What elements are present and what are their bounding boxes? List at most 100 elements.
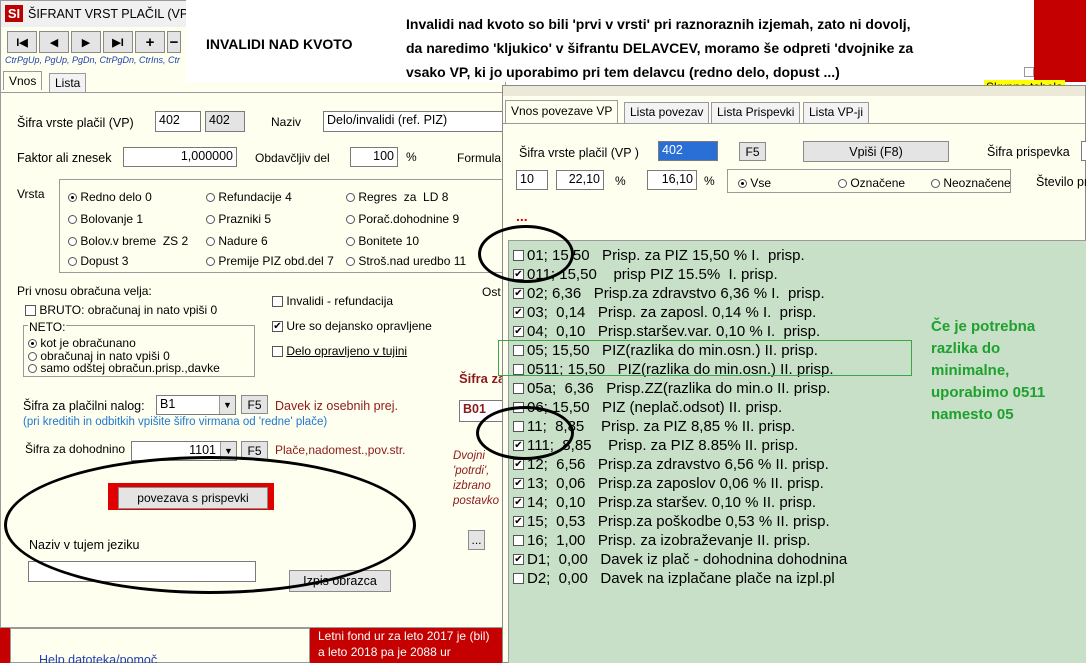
dialog-sifra-vp-input[interactable]: 402: [658, 141, 718, 161]
radio-icon: [206, 257, 215, 267]
vpisi-button[interactable]: Vpiši (F8): [803, 141, 949, 162]
list-item-text: D2; 0,00 Davek na izplačane plače na izp…: [527, 570, 835, 587]
last-record-button[interactable]: ▶I: [103, 31, 133, 53]
checkbox-icon[interactable]: ✔: [513, 459, 524, 470]
field-c-input[interactable]: 16,10: [647, 170, 697, 190]
vrsta-option-stros-nad-uredbo[interactable]: Stroš.nad uredbo 11: [346, 254, 466, 268]
obdavcljiv-input[interactable]: 100: [350, 147, 398, 167]
checkbox-icon[interactable]: ✔: [513, 307, 524, 318]
vrsta-option-bolov-zs[interactable]: Bolov.v breme ZS 2: [68, 234, 188, 248]
checkbox-icon[interactable]: [513, 573, 524, 584]
list-item[interactable]: ✔ 04; 0,10 Prisp.staršev.var. 0,10 % I. p…: [513, 322, 820, 341]
vrsta-option-refundacije[interactable]: Refundacije 4: [206, 190, 292, 204]
tab-vnos[interactable]: Vnos: [3, 71, 43, 90]
place-label: Plače,nadomest.,pov.str.: [275, 443, 406, 457]
faktor-input[interactable]: 1,000000: [123, 147, 237, 167]
add-record-button[interactable]: +: [135, 31, 165, 53]
field-b-input[interactable]: 22,10: [556, 170, 604, 190]
annotation-ellipse-povezava: [4, 456, 416, 594]
list-item[interactable]: ✔ 15; 0,53 Prisp.za poškodbe 0,53 % II. p…: [513, 512, 830, 531]
chevron-down-icon: ▼: [219, 396, 235, 414]
checkbox-icon: ✔: [272, 321, 283, 333]
tab-lista-prispevki[interactable]: Lista Prispevki: [711, 102, 801, 123]
radio-icon: [346, 237, 355, 247]
list-item-text: 03; 0,14 Prisp. za zaposl. 0,14 % I. pri…: [527, 304, 817, 321]
radio-icon: [931, 179, 940, 189]
filter-group: Vse Označene Neoznačene: [727, 169, 1011, 193]
obdavcljiv-label: Obdavčljiv del: [255, 151, 330, 165]
list-item[interactable]: ✔ D1; 0,00 Davek iz plač - dohodnina doho…: [513, 550, 847, 569]
list-item-text: 16; 1,00 Prisp. za izobraževanje II. pri…: [527, 532, 811, 549]
vrsta-option-redno-delo[interactable]: Redno delo 0: [68, 190, 152, 204]
neto-option-kot-obracunano[interactable]: kot je obračunano: [28, 336, 136, 350]
bruto-checkbox[interactable]: BRUTO: obračunaj in nato vpiši 0: [25, 303, 217, 317]
checkbox-icon[interactable]: [513, 383, 524, 394]
previous-record-button[interactable]: ◀: [39, 31, 69, 53]
ure-dejansko-checkbox[interactable]: ✔ Ure so dejansko opravljene: [272, 319, 432, 333]
nav-toolbar: I◀ ◀ ▶ ▶I + −: [7, 31, 181, 53]
checkbox-icon: [272, 346, 283, 358]
nav-shortcut-hints: CtrPgUp, PgUp, PgDn, CtrPgDn, CtrIns, Ct…: [5, 55, 181, 65]
field-a-input[interactable]: 10: [516, 170, 548, 190]
vrsta-option-bolovanje[interactable]: Bolovanje 1: [68, 212, 143, 226]
top-right-strip: [1034, 0, 1086, 82]
formula-label: Formula: [457, 151, 502, 165]
checkbox-icon[interactable]: ✔: [513, 554, 524, 565]
dialog-f5-button[interactable]: F5: [739, 142, 766, 161]
placilni-nalog-select[interactable]: B1 ▼: [156, 395, 236, 415]
vrsta-option-poracun-dohodnine[interactable]: Porač.dohodnine 9: [346, 212, 459, 226]
filter-oznacene[interactable]: Označene: [838, 176, 905, 190]
tab-lista-povezav[interactable]: Lista povezav: [624, 102, 710, 123]
list-item[interactable]: ✔ 14; 0,10 Prisp.za staršev. 0,10 % II. p…: [513, 493, 816, 512]
list-item[interactable]: ✔ 02; 6,36 Prisp.za zdravstvo 6,36 % I. p…: [513, 284, 825, 303]
vrsta-option-bonitete[interactable]: Bonitete 10: [346, 234, 419, 248]
vrsta-option-dopust[interactable]: Dopust 3: [68, 254, 128, 268]
vrsta-option-prazniki[interactable]: Prazniki 5: [206, 212, 271, 226]
vrsta-option-regres[interactable]: Regres za LD 8: [346, 190, 448, 204]
invalidi-refundacija-checkbox[interactable]: Invalidi - refundacija: [272, 294, 393, 308]
list-item[interactable]: ✔ 03; 0,14 Prisp. za zaposl. 0,14 % I. pr…: [513, 303, 816, 322]
pri-vnosu-label: Pri vnosu obračuna velja:: [17, 284, 152, 298]
tab-lista-vp-ji[interactable]: Lista VP-ji: [803, 102, 870, 123]
checkbox-icon[interactable]: ✔: [513, 516, 524, 527]
sifra-vp-input[interactable]: 402: [155, 111, 201, 132]
checkbox-icon[interactable]: ✔: [513, 478, 524, 489]
radio-icon: [206, 237, 215, 247]
vrsta-option-premije-piz[interactable]: Premije PIZ obd.del 7: [206, 254, 334, 268]
radio-icon: [68, 237, 77, 247]
list-item[interactable]: D2; 0,00 Davek na izplačane plače na izp…: [513, 569, 835, 588]
tab-divider: [1, 92, 505, 93]
tab-vnos-povezave[interactable]: Vnos povezave VP: [505, 100, 619, 123]
placilni-f5-button[interactable]: F5: [241, 395, 268, 414]
radio-icon: [346, 215, 355, 225]
list-item[interactable]: ✔ 13; 0,06 Prisp.za zaposlov 0,06 % II. p…: [513, 474, 824, 493]
invalidi-title: INVALIDI NAD KVOTO: [206, 36, 353, 52]
naziv-input[interactable]: Delo/invalidi (ref. PIZ): [323, 111, 505, 132]
checkbox-icon[interactable]: ✔: [513, 288, 524, 299]
radio-icon: [346, 193, 355, 203]
checkbox-icon[interactable]: ✔: [513, 497, 524, 508]
list-item[interactable]: 05a; 6,36 Prisp.ZZ(razlika do min.o II. …: [513, 379, 830, 398]
checkbox-icon[interactable]: [513, 535, 524, 546]
sifra-prispevka-input[interactable]: [1081, 141, 1086, 161]
tab-lista[interactable]: Lista: [49, 73, 87, 92]
filter-neoznacene[interactable]: Neoznačene: [931, 176, 1011, 190]
next-record-button[interactable]: ▶: [71, 31, 101, 53]
list-item[interactable]: 16; 1,00 Prisp. za izobraževanje II. pri…: [513, 531, 810, 550]
close-icon[interactable]: [1024, 67, 1034, 77]
first-record-button[interactable]: I◀: [7, 31, 37, 53]
filter-vse[interactable]: Vse: [738, 176, 771, 190]
list-item-text: 13; 0,06 Prisp.za zaposlov 0,06 % II. pr…: [527, 475, 824, 492]
help-link[interactable]: Help datoteka/pomoč: [39, 653, 157, 663]
list-item-text: 02; 6,36 Prisp.za zdravstvo 6,36 % I. pr…: [527, 285, 825, 302]
vrsta-option-nadure[interactable]: Nadure 6: [206, 234, 268, 248]
neto-option-samo-odstej[interactable]: samo odštej obračun.prisp.,davke: [28, 361, 220, 375]
obdavcljiv-percent: %: [406, 150, 417, 164]
more-button[interactable]: ...: [468, 530, 485, 550]
list-item-text: 06; 15,50 PIZ (neplač.odsot) II. prisp.: [527, 399, 783, 416]
delo-tujini-checkbox[interactable]: Delo opravljeno v tujini: [272, 344, 407, 358]
list-item[interactable]: ✔ 12; 6,56 Prisp.za zdravstvo 6,56 % II. …: [513, 455, 829, 474]
vrsta-label: Vrsta: [17, 187, 45, 201]
delete-record-button[interactable]: −: [167, 31, 181, 53]
checkbox-icon[interactable]: ✔: [513, 326, 524, 337]
